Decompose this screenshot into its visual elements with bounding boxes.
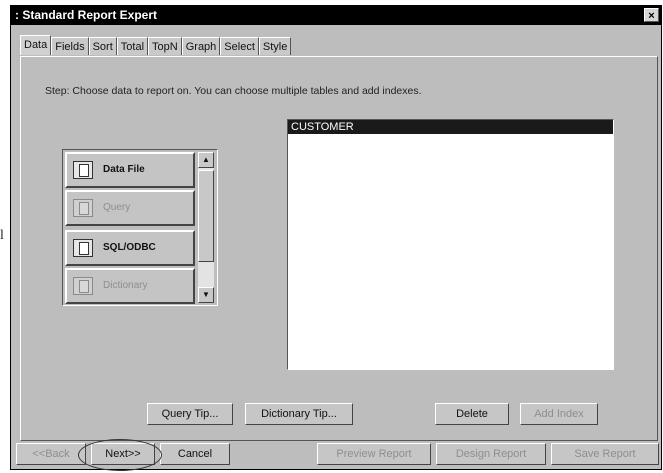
tab-graph[interactable]: Graph [181,37,221,55]
table-list-item[interactable]: CUSTOMER [288,120,613,134]
back-button[interactable]: <<Back [16,443,86,465]
query-tip-button[interactable]: Query Tip... [147,403,233,425]
sql-odbc-icon [73,239,93,257]
tab-select[interactable]: Select [220,37,259,55]
add-index-button[interactable]: Add Index [520,403,598,425]
tab-total[interactable]: Total [116,37,149,55]
scroll-up-icon[interactable]: ▲ [198,152,214,168]
source-scrollbar[interactable]: ▲ ▼ [198,152,214,303]
tab-fields[interactable]: Fields [51,37,89,55]
dictionary-label: Dictionary [103,280,148,291]
tab-sort[interactable]: Sort [88,37,117,55]
sql-odbc-label: SQL/ODBC [103,242,156,253]
dictionary-icon [73,277,93,295]
dictionary-button[interactable]: Dictionary [65,268,195,304]
stray-character: l [0,228,4,243]
delete-button[interactable]: Delete [435,403,509,425]
data-file-icon [73,161,93,179]
title-bar[interactable]: : Standard Report Expert × [11,6,661,25]
dictionary-tip-button[interactable]: Dictionary Tip... [245,403,353,425]
data-source-list: Data File Query SQL/ODBC Dictionary ▲ ▼ [62,149,218,306]
query-label: Query [103,202,131,213]
step-instructions: Step: Choose data to report on. You can … [45,85,422,97]
tab-strip: Data Fields Sort Total TopN Graph Select… [20,35,292,56]
design-report-button[interactable]: Design Report [436,443,546,465]
close-button[interactable]: × [644,8,659,22]
tables-listbox[interactable]: CUSTOMER [287,119,614,370]
cancel-button[interactable]: Cancel [160,443,230,465]
data-file-label: Data File [103,164,145,175]
query-button[interactable]: Query [65,190,195,226]
save-report-button[interactable]: Save Report [551,443,659,465]
query-icon [73,199,93,217]
window-title: : Standard Report Expert [15,8,158,22]
data-file-button[interactable]: Data File [65,152,195,188]
report-expert-window: : Standard Report Expert × Data Fields S… [10,5,662,470]
preview-report-button[interactable]: Preview Report [317,443,431,465]
tab-data[interactable]: Data [20,35,52,55]
tab-topn[interactable]: TopN [148,37,182,55]
sql-odbc-button[interactable]: SQL/ODBC [65,230,195,266]
highlight-ring [78,439,162,471]
scroll-down-icon[interactable]: ▼ [198,287,214,303]
tab-style[interactable]: Style [258,37,292,55]
scroll-thumb[interactable] [198,170,214,262]
